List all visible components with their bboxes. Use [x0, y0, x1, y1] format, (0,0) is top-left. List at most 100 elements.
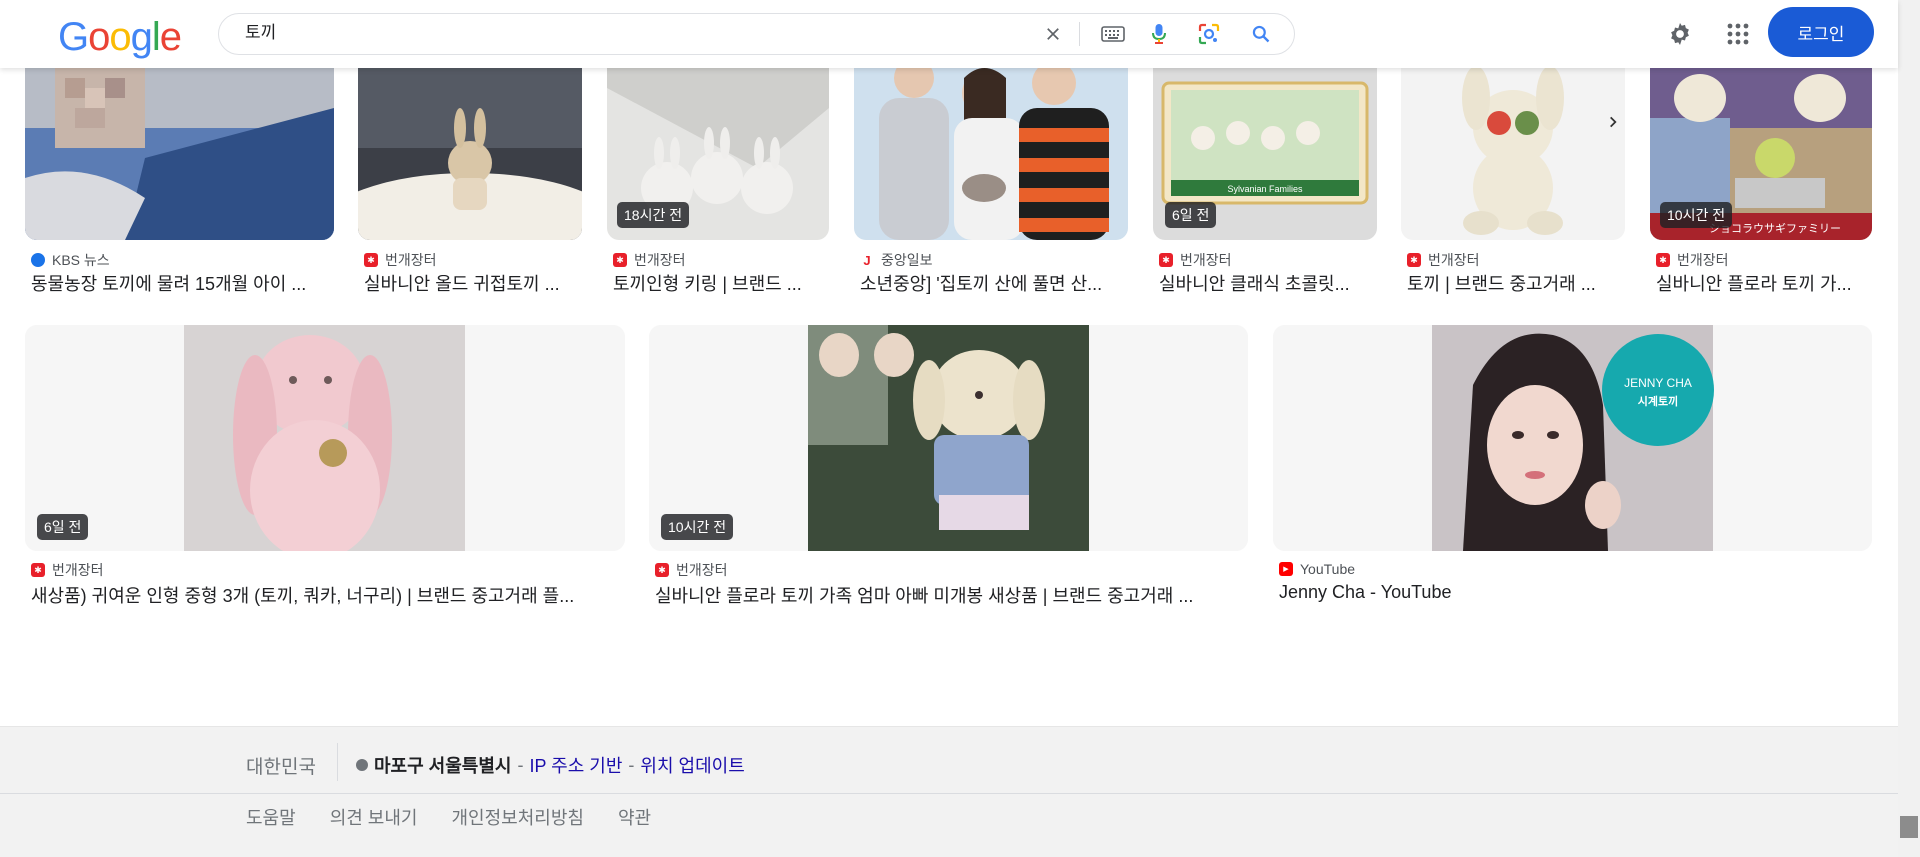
pink-rabbit-plush-image: [25, 325, 625, 551]
search-icon[interactable]: [1245, 14, 1277, 54]
jenny-cha-logo-text: JENNY CHA: [1624, 376, 1692, 390]
source-name: 번개장터: [1677, 252, 1729, 268]
result-title[interactable]: 소년중앙] '집토끼 산에 풀면 산...: [860, 270, 1128, 296]
result-thumbnail[interactable]: [1401, 68, 1625, 240]
location-separator: -: [517, 754, 524, 775]
google-logo[interactable]: Google: [58, 14, 182, 60]
child-sleeping-image: [25, 68, 334, 240]
footer-location: 마포구 서울특별시 - IP 주소 기반 - 위치 업데이트: [356, 752, 745, 778]
source-name: 번개장터: [1428, 252, 1480, 268]
sylvanian-flora-family-image: [649, 325, 1248, 551]
footer-link-terms[interactable]: 약관: [618, 804, 651, 830]
footer-link-feedback[interactable]: 의견 보내기: [330, 804, 418, 830]
result-title[interactable]: 동물농장 토끼에 물려 15개월 아이 ...: [31, 270, 336, 296]
location-place: 마포구 서울특별시: [374, 756, 512, 776]
bunjang-favicon-icon: ✱: [1407, 253, 1421, 267]
source-name: YouTube: [1300, 561, 1356, 577]
logo-letter: l: [151, 15, 161, 59]
location-separator: -: [628, 754, 635, 775]
search-divider: [1079, 22, 1080, 46]
image-result-card[interactable]: JENNY CHA 시계토끼: [1273, 325, 1872, 551]
source-name: 번개장터: [634, 252, 686, 268]
footer-divider: [337, 743, 338, 781]
source-name: 번개장터: [52, 562, 104, 578]
source-name: 번개장터: [676, 562, 728, 578]
clear-icon[interactable]: [1037, 14, 1069, 54]
result-title[interactable]: Jenny Cha - YouTube: [1279, 582, 1859, 603]
lens-icon[interactable]: [1193, 14, 1225, 54]
logo-letter: e: [159, 15, 182, 59]
source-name: 번개장터: [385, 252, 437, 268]
result-title[interactable]: 실바니안 올드 귀접토끼 ...: [364, 270, 588, 296]
settings-icon[interactable]: [1660, 14, 1700, 54]
search-input[interactable]: 토끼: [245, 14, 276, 54]
logo-letter: G: [58, 15, 89, 59]
search-header: Google 토끼 로그인: [0, 0, 1898, 68]
result-thumbnail[interactable]: Sylvanian Families 6일 전: [1153, 68, 1377, 240]
youtube-favicon-icon: ▶: [1279, 562, 1293, 576]
joongang-favicon-icon: J: [863, 252, 871, 268]
scrollbar-thumb[interactable]: [1900, 816, 1918, 838]
source-name: 번개장터: [1180, 252, 1232, 268]
logo-letter: g: [130, 15, 153, 59]
time-badge: 6일 전: [1165, 202, 1217, 228]
bunjang-favicon-icon: ✱: [1656, 253, 1670, 267]
ip-based-link[interactable]: IP 주소 기반: [529, 752, 622, 778]
update-location-link[interactable]: 위치 업데이트: [640, 752, 744, 778]
apps-icon[interactable]: [1718, 14, 1758, 54]
result-title[interactable]: 실바니안 플로라 토끼 가족 엄마 아빠 미개봉 새상품 | 브랜드 중고거래 …: [655, 582, 1235, 608]
result-source[interactable]: ✱ 번개장터: [364, 250, 437, 270]
result-thumbnail[interactable]: 18시간 전: [607, 68, 829, 240]
time-badge: 6일 전: [37, 514, 89, 540]
result-source[interactable]: ✱ 번개장터: [613, 250, 686, 270]
result-thumbnail[interactable]: [358, 68, 582, 240]
result-source[interactable]: ✱ 번개장터: [1656, 250, 1729, 270]
page-footer: 대한민국 마포구 서울특별시 - IP 주소 기반 - 위치 업데이트 도움말 …: [0, 726, 1898, 857]
logo-letter: o: [109, 15, 131, 59]
result-title[interactable]: 토끼인형 키링 | 브랜드 ...: [613, 270, 835, 296]
jenny-cha-portrait-image: JENNY CHA 시계토끼: [1273, 325, 1872, 551]
result-source[interactable]: ✱ 번개장터: [31, 560, 104, 580]
result-thumbnail[interactable]: ショコラウサギファミリー 10시간 전: [1650, 68, 1872, 240]
source-name: KBS 뉴스: [52, 252, 110, 268]
box-brand-text: Sylvanian Families: [1227, 184, 1303, 194]
bunjang-favicon-icon: ✱: [613, 253, 627, 267]
login-button[interactable]: 로그인: [1768, 7, 1874, 57]
time-badge: 18시간 전: [617, 202, 690, 228]
keyboard-icon[interactable]: [1095, 14, 1131, 54]
result-title[interactable]: 실바니안 클래식 초콜릿...: [1159, 270, 1383, 296]
result-source[interactable]: ✱ 번개장터: [1407, 250, 1480, 270]
mic-icon[interactable]: [1143, 14, 1175, 54]
result-source[interactable]: J 중앙일보: [860, 250, 933, 270]
rabbit-plush-image: [1401, 68, 1625, 240]
chevron-right-icon[interactable]: [1600, 109, 1626, 135]
bunjang-favicon-icon: ✱: [31, 563, 45, 577]
result-title[interactable]: 실바니안 플로라 토끼 가...: [1656, 270, 1874, 296]
jenny-cha-logo-korean: 시계토끼: [1638, 394, 1678, 408]
footer-links: 도움말 의견 보내기 개인정보처리방침 약관: [246, 804, 685, 830]
result-thumbnail[interactable]: [854, 68, 1128, 240]
result-title[interactable]: 토끼 | 브랜드 중고거래 ...: [1407, 270, 1627, 296]
result-source[interactable]: ▶ YouTube: [1279, 561, 1355, 577]
source-name: 중앙일보: [881, 252, 933, 268]
search-box[interactable]: 토끼: [218, 13, 1295, 55]
vertical-scrollbar[interactable]: [1898, 0, 1920, 857]
footer-link-privacy[interactable]: 개인정보처리방침: [452, 804, 584, 830]
logo-letter: o: [88, 15, 110, 59]
image-result-card[interactable]: 6일 전: [25, 325, 625, 551]
result-source[interactable]: KBS 뉴스: [31, 250, 110, 270]
location-dot-icon: [356, 759, 368, 771]
footer-divider: [0, 793, 1898, 794]
bunjang-favicon-icon: ✱: [1159, 253, 1173, 267]
result-title[interactable]: 새상품) 귀여운 인형 중형 3개 (토끼, 쿼카, 너구리) | 브랜드 중고…: [31, 582, 621, 608]
result-source[interactable]: ✱ 번개장터: [655, 560, 728, 580]
bunjang-favicon-icon: ✱: [655, 563, 669, 577]
result-source[interactable]: ✱ 번개장터: [1159, 250, 1232, 270]
footer-country: 대한민국: [246, 757, 316, 778]
image-result-card[interactable]: 10시간 전: [649, 325, 1248, 551]
sylvanian-rabbit-image: [358, 68, 582, 240]
time-badge: 10시간 전: [661, 514, 734, 540]
bunjang-favicon-icon: ✱: [364, 253, 378, 267]
footer-link-help[interactable]: 도움말: [246, 804, 296, 830]
result-thumbnail[interactable]: [25, 68, 334, 240]
